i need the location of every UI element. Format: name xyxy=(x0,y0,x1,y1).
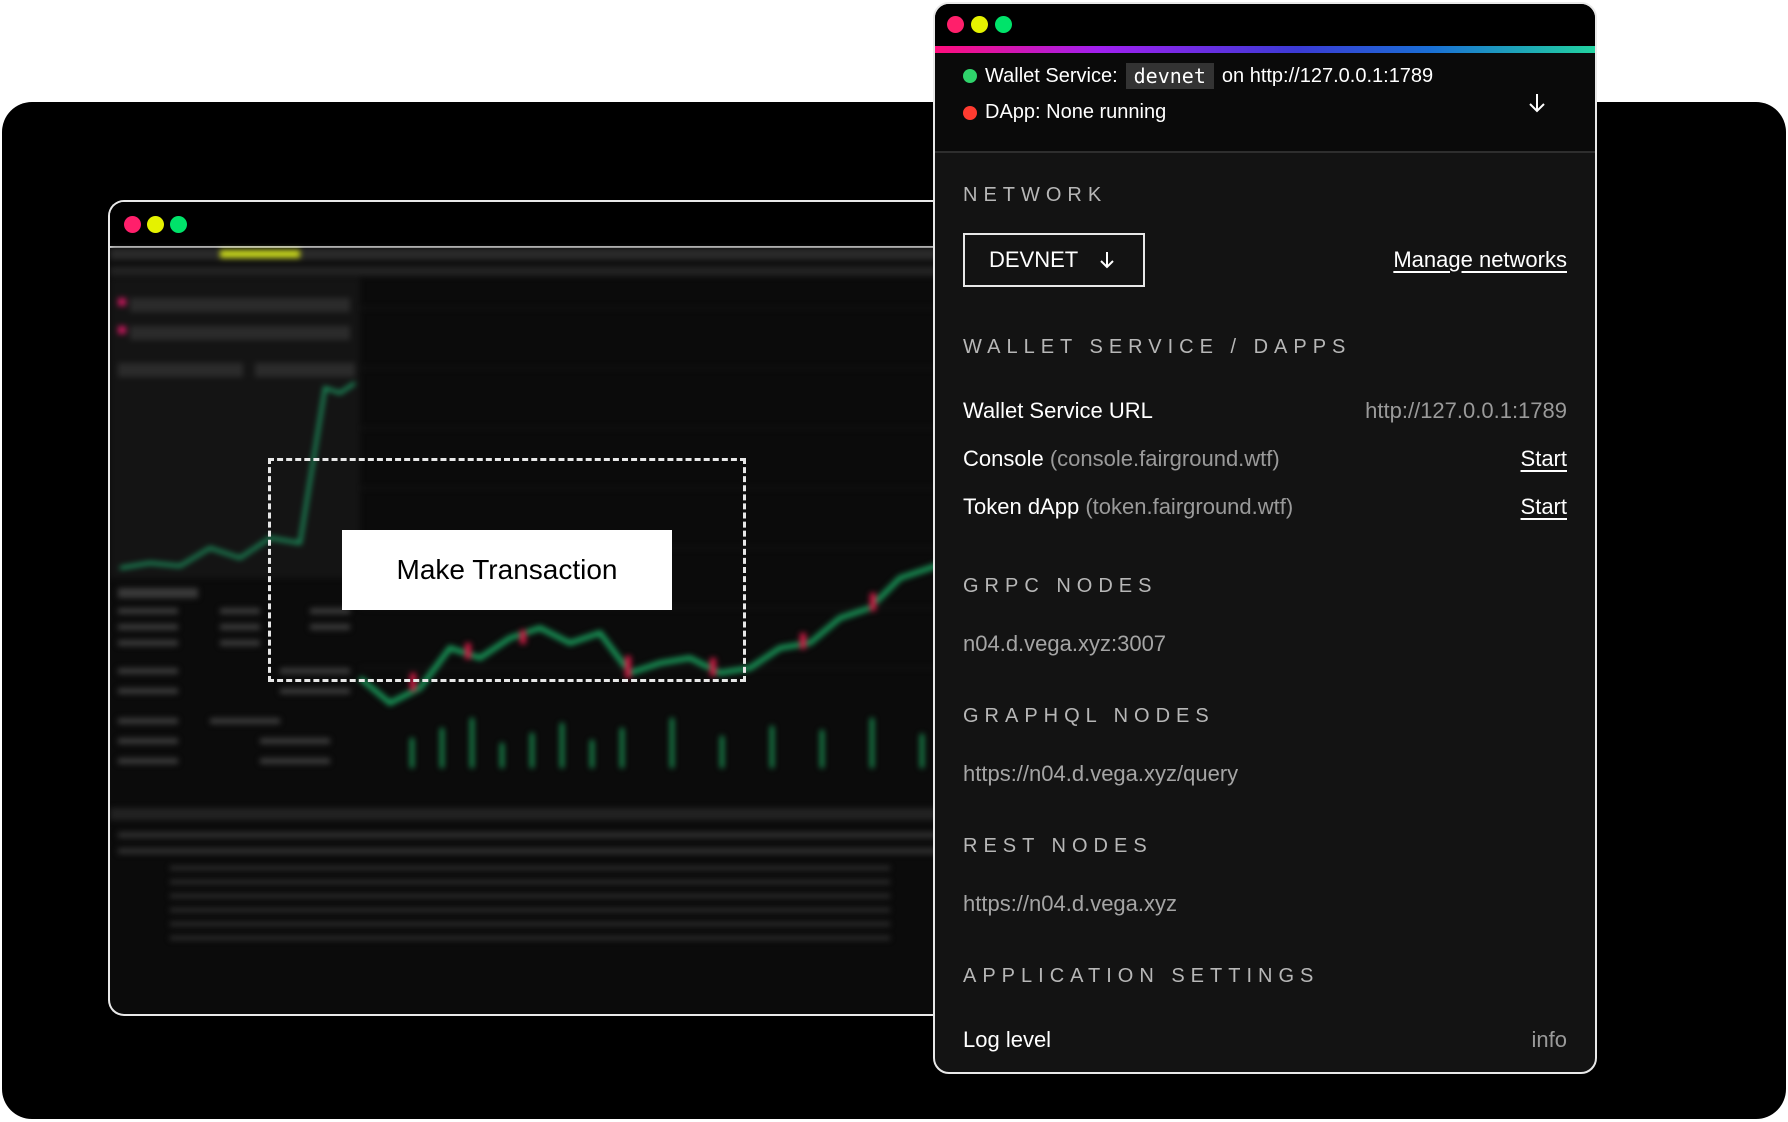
log-level-label: Log level xyxy=(963,1027,1052,1052)
accent-gradient-bar xyxy=(935,46,1595,53)
chevron-down-icon xyxy=(1100,252,1114,269)
wallet-service-url-label: Wallet Service URL xyxy=(963,398,1153,424)
status-bar: Wallet Service: devnet on http://127.0.0… xyxy=(935,53,1595,153)
grpc-nodes-heading: GRPC NODES xyxy=(963,575,1158,597)
network-select[interactable]: DEVNET xyxy=(963,233,1145,287)
minimize-dot-icon[interactable] xyxy=(147,216,164,233)
wallet-window: Wallet Service: devnet on http://127.0.0… xyxy=(933,2,1597,1074)
network-select-value: DEVNET xyxy=(989,247,1079,272)
token-dapp-start-link[interactable]: Start xyxy=(1521,494,1567,520)
arrow-down-icon[interactable] xyxy=(1525,91,1549,115)
service-label: Wallet Service: xyxy=(985,64,1118,87)
network-heading: NETWORK xyxy=(963,184,1108,206)
network-code-badge: devnet xyxy=(1125,63,1214,89)
token-dapp-url-text: (token.fairground.wtf) xyxy=(1085,494,1294,519)
title-bar xyxy=(110,202,1010,248)
row-label-text: Wallet Service URL xyxy=(963,398,1153,423)
graphql-node-value: https://n04.d.vega.xyz/query xyxy=(963,761,1239,786)
service-url-text: on http://127.0.0.1:1789 xyxy=(1221,64,1434,87)
wallet-service-heading: WALLET SERVICE / DAPPS xyxy=(963,336,1352,358)
dapp-status-dot-icon xyxy=(963,105,977,120)
maximize-dot-icon[interactable] xyxy=(170,216,187,233)
service-status-dot-icon xyxy=(963,69,977,83)
token-dapp-row-label: Token dApp (token.fairground.wtf) xyxy=(963,494,1293,520)
row-label-text: Token dApp xyxy=(963,494,1080,519)
manage-networks-link[interactable]: Manage networks xyxy=(1393,247,1567,273)
title-bar xyxy=(935,4,1595,46)
console-url-text: (console.fairground.wtf) xyxy=(1049,446,1280,471)
wallet-service-url-value: http://127.0.0.1:1789 xyxy=(1365,398,1567,423)
close-dot-icon[interactable] xyxy=(124,216,141,233)
minimize-dot-icon[interactable] xyxy=(971,16,988,33)
console-row-label: Console (console.fairground.wtf) xyxy=(963,446,1280,472)
rest-nodes-heading: REST NODES xyxy=(963,835,1153,857)
rest-node-value: https://n04.d.vega.xyz xyxy=(963,891,1178,916)
application-settings-heading: APPLICATION SETTINGS xyxy=(963,965,1320,987)
log-level-value[interactable]: info xyxy=(1532,1027,1567,1053)
console-start-link[interactable]: Start xyxy=(1521,446,1567,472)
dapp-status-text: DApp: None running xyxy=(985,101,1167,123)
wallet-service-status: Wallet Service: devnet on http://127.0.0… xyxy=(963,63,1433,89)
dapp-status: DApp: None running xyxy=(963,101,1166,124)
make-transaction-button[interactable]: Make Transaction xyxy=(342,530,672,610)
close-dot-icon[interactable] xyxy=(947,16,964,33)
row-label-text: Console xyxy=(963,446,1044,471)
grpc-node-value: n04.d.vega.xyz:3007 xyxy=(963,631,1167,656)
graphql-nodes-heading: GRAPHQL NODES xyxy=(963,705,1215,727)
maximize-dot-icon[interactable] xyxy=(995,16,1012,33)
